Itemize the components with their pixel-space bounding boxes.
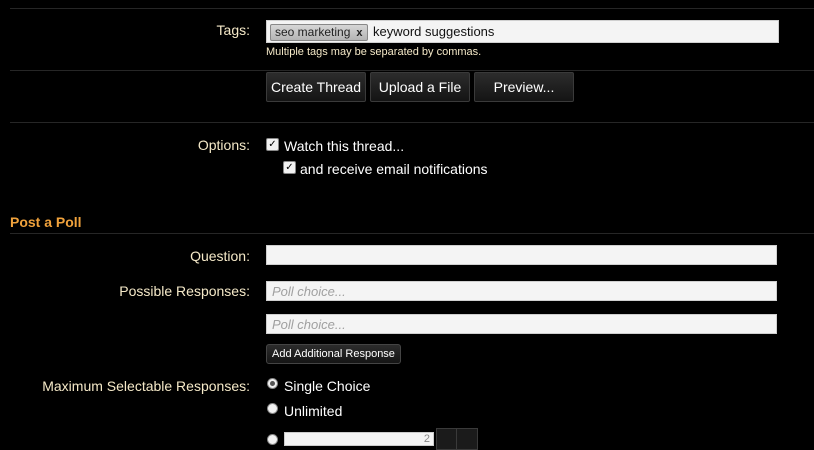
tags-hint: Multiple tags may be separated by commas… <box>266 46 482 58</box>
divider <box>10 70 814 71</box>
question-label: Question: <box>190 248 250 264</box>
poll-choice-input-2[interactable] <box>266 314 777 334</box>
tags-input-text: keyword suggestions <box>373 24 495 39</box>
single-choice-label: Single Choice <box>284 378 371 394</box>
options-label: Options: <box>197 137 250 153</box>
tag-chip: seo marketing x <box>270 24 368 41</box>
custom-count-radio[interactable] <box>267 434 278 445</box>
create-thread-button[interactable]: Create Thread <box>266 72 366 102</box>
tags-label: Tags: <box>216 22 250 38</box>
custom-count-input[interactable]: 2 <box>284 432 434 446</box>
single-choice-radio[interactable] <box>267 378 278 389</box>
max-responses-label: Maximum Selectable Responses: <box>42 378 250 394</box>
preview-button[interactable]: Preview... <box>474 72 574 102</box>
divider <box>10 8 814 9</box>
divider <box>10 233 814 234</box>
email-notifications-checkbox[interactable]: ✓ <box>283 161 296 174</box>
question-input[interactable] <box>266 245 777 265</box>
unlimited-radio[interactable] <box>267 403 278 414</box>
upload-file-button[interactable]: Upload a File <box>370 72 470 102</box>
email-notifications-label: and receive email notifications <box>300 161 488 177</box>
divider <box>10 122 814 123</box>
watch-thread-checkbox[interactable]: ✓ <box>266 138 279 151</box>
tags-input[interactable]: seo marketing x keyword suggestions <box>266 20 779 43</box>
add-response-button[interactable]: Add Additional Response <box>266 344 401 364</box>
poll-choice-input-1[interactable] <box>266 281 777 301</box>
tag-remove-button[interactable]: x <box>356 27 362 39</box>
increment-button[interactable] <box>456 428 478 450</box>
watch-thread-label: Watch this thread... <box>284 138 405 154</box>
tag-chip-label: seo marketing <box>275 25 351 39</box>
poll-section-title: Post a Poll <box>10 214 82 230</box>
decrement-button[interactable] <box>436 428 458 450</box>
unlimited-label: Unlimited <box>284 403 343 419</box>
possible-responses-label: Possible Responses: <box>119 283 250 299</box>
